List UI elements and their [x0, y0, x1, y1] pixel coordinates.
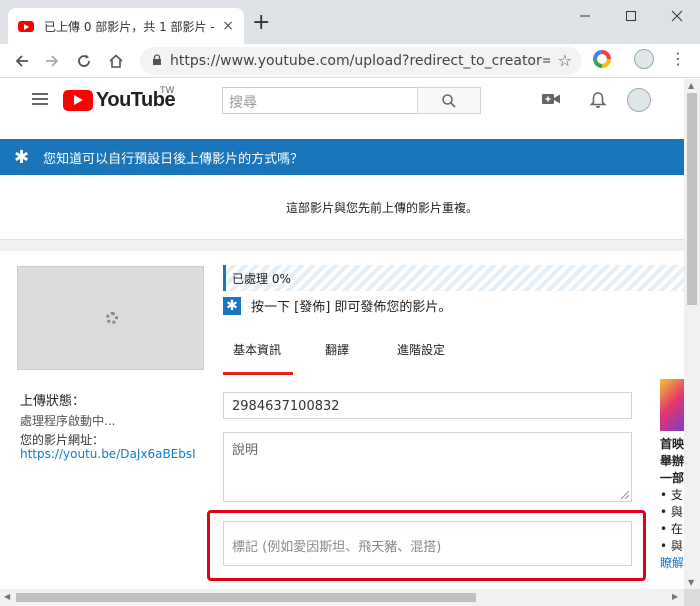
star-icon: ✱ [223, 296, 241, 315]
new-tab-button[interactable]: + [252, 12, 270, 34]
horizontal-scrollbar[interactable]: ◀ ▶ [0, 589, 684, 606]
scroll-right-icon[interactable]: ▶ [672, 592, 678, 601]
video-url-link[interactable]: https://youtu.be/DaJx6aBEbsI [20, 447, 196, 461]
star-icon: ✱ [14, 146, 30, 168]
forward-button[interactable] [40, 49, 64, 73]
side-line: 首映 [660, 437, 684, 451]
premiere-info-panel: 首映 舉辦 一部 • 支 • 與 • 在 • 與 瞭解 [660, 379, 684, 571]
upload-video-button[interactable] [541, 91, 561, 110]
upload-tabs: 基本資訊 翻譯 進階設定 [223, 329, 475, 375]
tab-advanced-settings[interactable]: 進階設定 [365, 329, 475, 375]
publish-hint-text: 按一下 [發佈] 即可發佈您的影片。 [251, 300, 452, 315]
masthead: YouTube TW 搜尋 [0, 79, 684, 123]
search-icon [442, 93, 456, 108]
video-url-label: 您的影片網址： [20, 433, 105, 447]
section-divider [0, 239, 684, 251]
bell-icon [589, 92, 607, 108]
search-button[interactable] [417, 87, 481, 114]
reload-button[interactable] [72, 49, 96, 73]
url-text[interactable]: https://www.youtube.com/upload?redirect_… [170, 53, 550, 69]
home-button[interactable] [104, 49, 128, 73]
browser-toolbar: https://www.youtube.com/upload?redirect_… [0, 44, 700, 78]
upload-status-text: 處理程序啟動中... [20, 414, 116, 428]
maximize-icon [626, 11, 636, 21]
browser-tab-strip: 已上傳 0 部影片，共 1 部影片 - YouTube × + [0, 0, 700, 44]
close-window-button[interactable] [654, 0, 700, 32]
youtube-upload-page: YouTube TW 搜尋 ✱ 您知道可以自行預設日後上傳影片的方式嗎？ 這部影… [0, 79, 684, 589]
tab-translation[interactable]: 翻譯 [293, 329, 365, 375]
home-icon [109, 54, 123, 68]
side-line: • 在 [660, 522, 683, 536]
notifications-button[interactable] [589, 91, 607, 112]
upload-status-label: 上傳狀態： [20, 394, 86, 409]
arrow-right-icon [46, 55, 59, 67]
minimize-icon [580, 15, 590, 17]
banner-text: 您知道可以自行預設日後上傳影片的方式嗎？ [43, 151, 304, 167]
browser-menu-icon[interactable]: ⋮ [670, 49, 686, 68]
back-button[interactable] [10, 49, 34, 73]
youtube-logo[interactable]: YouTube TW [63, 86, 176, 112]
side-line: • 與 [660, 505, 683, 519]
lock-icon [152, 53, 162, 69]
scroll-down-icon[interactable]: ▼ [688, 578, 694, 587]
profile-avatar[interactable] [634, 49, 654, 69]
side-line: 一部 [660, 471, 684, 485]
hamburger-menu-icon[interactable] [32, 93, 48, 108]
description-field[interactable]: 說明 [223, 432, 632, 502]
bookmark-star-icon[interactable]: ☆ [558, 51, 572, 70]
side-line: • 與 [660, 539, 683, 553]
video-thumbnail [17, 266, 204, 370]
tab-basic-info[interactable]: 基本資訊 [223, 329, 293, 375]
account-avatar[interactable] [627, 88, 651, 112]
close-icon [671, 10, 683, 22]
scroll-up-icon[interactable]: ▲ [688, 81, 694, 90]
side-line: 舉辦 [660, 454, 684, 468]
youtube-play-icon [63, 90, 93, 111]
progress-text: 已處理 0% [232, 271, 291, 286]
youtube-favicon-icon [18, 20, 34, 32]
search-input[interactable]: 搜尋 [222, 87, 417, 114]
extension-icon[interactable] [593, 50, 611, 68]
resize-handle-icon[interactable] [621, 491, 629, 499]
side-line: • 支 [660, 488, 683, 502]
vertical-scrollbar[interactable]: ▲ ▼ [684, 79, 700, 589]
title-field[interactable]: 2984637100832 [223, 392, 632, 419]
horizontal-scroll-thumb[interactable] [16, 593, 476, 602]
description-placeholder: 說明 [232, 443, 259, 458]
region-code: TW [160, 86, 175, 96]
address-bar[interactable]: https://www.youtube.com/upload?redirect_… [140, 47, 582, 75]
loading-spinner-icon [106, 312, 118, 324]
learn-more-link[interactable]: 瞭解 [660, 554, 684, 571]
minimize-button[interactable] [562, 0, 608, 32]
reload-icon [78, 54, 90, 67]
tab-title: 已上傳 0 部影片，共 1 部影片 - YouTube [44, 19, 216, 34]
publish-hint: ✱ 按一下 [發佈] 即可發佈您的影片。 [223, 296, 451, 315]
duplicate-notice: 這部影片與您先前上傳的影片重複。 [0, 175, 684, 239]
arrow-left-icon [15, 55, 28, 67]
vertical-scroll-thumb[interactable] [687, 93, 697, 305]
annotation-highlight-box [207, 510, 646, 581]
premiere-thumbnail [660, 379, 684, 431]
scroll-left-icon[interactable]: ◀ [4, 592, 10, 601]
processing-progress-bar: 已處理 0% [223, 265, 684, 291]
tab-close-button[interactable]: × [222, 18, 234, 34]
video-camera-icon [542, 94, 560, 104]
browser-tab[interactable]: 已上傳 0 部影片，共 1 部影片 - YouTube × [8, 8, 244, 44]
tip-banner: ✱ 您知道可以自行預設日後上傳影片的方式嗎？ [0, 139, 684, 175]
scrollbar-corner [684, 589, 700, 606]
maximize-button[interactable] [608, 0, 654, 32]
